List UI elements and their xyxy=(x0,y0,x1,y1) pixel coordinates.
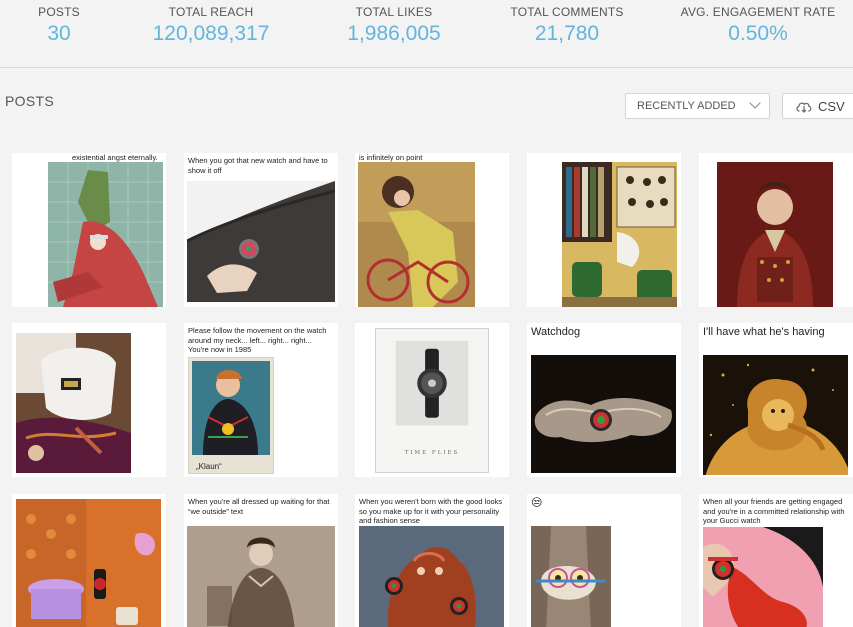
stat-value: 30 xyxy=(47,22,71,45)
csv-label: CSV xyxy=(818,99,845,114)
cloud-download-icon xyxy=(795,99,813,116)
post-card[interactable]: 😒 xyxy=(527,494,681,627)
post-card[interactable]: When you're all dressed up waiting for t… xyxy=(184,494,338,627)
post-caption: Watchdog xyxy=(531,326,581,338)
stat-total-likes: TOTAL LIKES 1,986,005 xyxy=(333,5,455,46)
stat-value: 1,986,005 xyxy=(347,22,441,45)
post-image xyxy=(187,526,335,627)
post-image xyxy=(717,162,833,307)
post-card[interactable]: When you weren't born with the good look… xyxy=(355,494,509,627)
post-caption: 😒 xyxy=(531,497,543,509)
stat-label: POSTS xyxy=(38,5,80,19)
stat-label: TOTAL REACH xyxy=(168,5,254,19)
post-card[interactable]: existential angst eternally. xyxy=(12,153,166,307)
post-caption: When you're all dressed up waiting for t… xyxy=(188,497,330,516)
chevron-down-icon xyxy=(749,97,761,109)
post-card[interactable] xyxy=(12,323,166,477)
post-card[interactable]: When all your friends are getting engage… xyxy=(699,494,853,627)
stat-value: 0.50% xyxy=(728,22,788,45)
post-image xyxy=(359,526,504,627)
post-image xyxy=(531,355,676,473)
stat-value: 21,780 xyxy=(534,22,600,45)
post-caption: When you weren't born with the good look… xyxy=(359,497,503,525)
sort-dropdown-value: RECENTLY ADDED xyxy=(637,100,736,112)
stats-bar: POSTS 30 TOTAL REACH 120,089,317 TOTAL L… xyxy=(0,0,853,68)
post-caption: I'll have what he's having xyxy=(703,326,825,338)
post-card[interactable]: I'll have what he's having xyxy=(699,323,853,477)
post-image: TIME FLIES xyxy=(375,328,489,473)
polaroid-label: „Klaun“ xyxy=(196,462,222,471)
post-image xyxy=(16,333,131,473)
post-card[interactable]: Watchdog xyxy=(527,323,681,477)
post-caption: When all your friends are getting engage… xyxy=(703,497,845,525)
csv-export-button[interactable]: CSV xyxy=(782,93,853,119)
stat-engagement-rate: AVG. ENGAGEMENT RATE 0.50% xyxy=(680,5,836,46)
post-image xyxy=(531,526,611,627)
post-card[interactable]: When you got that new watch and have to … xyxy=(184,153,338,307)
post-image: „Klaun“ xyxy=(188,357,274,474)
post-card[interactable]: Please follow the movement on the watch … xyxy=(184,323,338,477)
post-card[interactable]: is infinitely on point xyxy=(355,153,509,307)
print-label: TIME FLIES xyxy=(404,450,460,456)
post-image xyxy=(16,499,161,627)
stat-total-reach: TOTAL REACH 120,089,317 xyxy=(140,5,282,46)
post-image xyxy=(562,162,677,307)
post-card[interactable] xyxy=(12,494,166,627)
post-card[interactable]: TIME FLIES xyxy=(355,323,509,477)
post-image xyxy=(358,162,475,307)
stat-label: AVG. ENGAGEMENT RATE xyxy=(680,5,836,19)
post-image xyxy=(703,527,823,627)
post-image xyxy=(48,162,163,307)
stat-label: TOTAL COMMENTS xyxy=(510,5,624,19)
sort-dropdown[interactable]: RECENTLY ADDED xyxy=(625,93,770,119)
post-card[interactable] xyxy=(699,153,853,307)
stat-value: 120,089,317 xyxy=(152,22,270,45)
stat-label: TOTAL LIKES xyxy=(355,5,433,19)
post-caption: Please follow the movement on the watch … xyxy=(188,326,327,354)
post-image xyxy=(187,181,335,302)
post-caption: When you got that new watch and have to … xyxy=(188,156,328,175)
post-card[interactable] xyxy=(527,153,681,307)
posts-section-title: POSTS xyxy=(5,93,54,109)
post-image xyxy=(703,355,848,475)
stat-posts: POSTS 30 xyxy=(22,5,96,46)
stat-total-comments: TOTAL COMMENTS 21,780 xyxy=(506,5,628,46)
